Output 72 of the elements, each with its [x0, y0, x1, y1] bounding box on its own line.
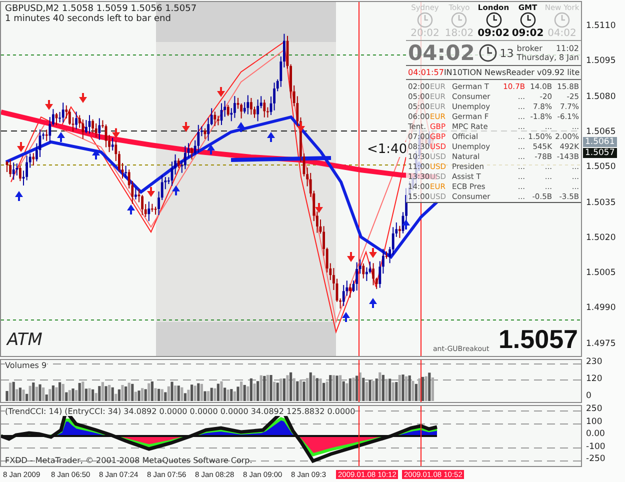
city-time: 04:02	[548, 28, 576, 39]
clock-icon	[486, 12, 502, 28]
up-arrow-icon	[57, 132, 65, 142]
down-arrow-icon	[17, 142, 25, 152]
down-arrow-icon	[297, 122, 305, 132]
volume-axis-label: 0	[586, 391, 592, 401]
symbol-quote: GBPUSD,M2 1.5058 1.5059 1.5056 1.5057	[5, 4, 197, 14]
atm-label: ATM	[7, 330, 42, 350]
vertical-line	[358, 406, 360, 466]
volume-axis-label: 120	[586, 374, 602, 384]
price-label: 1.5110	[586, 21, 616, 31]
down-arrow-icon	[369, 248, 377, 258]
current-price: 1.5057	[498, 324, 578, 355]
price-label: 1.5065	[586, 126, 616, 137]
clock-icon	[478, 43, 497, 63]
city-time: 20:02	[410, 28, 440, 39]
price-label: 1.5080	[586, 92, 616, 102]
vertical-line	[420, 360, 422, 402]
seconds-count: 13	[500, 46, 514, 60]
down-arrow-icon	[45, 100, 53, 110]
cci-axis-label: -250	[586, 454, 606, 464]
cci-axis-label: 0.00	[586, 429, 605, 439]
price-label: 1.4990	[586, 303, 616, 314]
vertical-line	[358, 360, 360, 402]
date-label: Thursday, 8 Jan	[516, 53, 579, 62]
price-label: 1.5050	[586, 162, 616, 172]
volume-label: Volumes 9	[5, 361, 47, 370]
up-arrow-icon	[267, 132, 275, 142]
bar-countdown: <1:40	[367, 142, 408, 157]
up-arrow-icon	[402, 220, 410, 230]
copyright-text: FXDD - MetaTrader, © 2001-2008 MetaQuotes Software Corp.	[5, 456, 252, 465]
clock-icon	[451, 12, 468, 28]
city-time: 09:02	[512, 28, 544, 39]
cci-axis-label: 100	[586, 416, 602, 426]
price-label: 1.5095	[586, 56, 616, 66]
local-time: 04:02	[408, 41, 475, 65]
up-arrow-icon	[369, 298, 377, 308]
broker-label: broker	[516, 44, 542, 53]
cci-axis-label: -100	[586, 442, 606, 452]
down-arrow-icon	[112, 128, 120, 138]
news-clock: 04:01:57	[408, 68, 444, 77]
down-arrow-icon	[79, 93, 87, 103]
cci-axis-label: 250	[586, 404, 602, 414]
price-tag: 1.5057	[583, 148, 617, 158]
up-arrow-icon	[237, 122, 245, 132]
up-arrow-icon	[15, 191, 23, 201]
volume-axis-label: 230	[586, 357, 602, 367]
down-arrow-icon	[347, 252, 355, 262]
price-tag: 1.5061	[583, 137, 617, 147]
up-arrow-icon	[92, 150, 100, 160]
down-arrow-icon	[217, 87, 225, 97]
down-arrow-icon	[147, 187, 155, 197]
indicator-label: (TrendCCI: 14) (EntryCCI: 34) 34.0892 0.0000 0.0000 0.0000 34.0892 125.8832 0.0000	[5, 407, 356, 416]
down-arrow-icon	[182, 122, 190, 132]
up-arrow-icon	[127, 204, 135, 214]
up-arrow-icon	[207, 144, 215, 154]
city-time: 09:02	[478, 28, 510, 39]
news-title: IN10TION NewsReader v09.92 lite	[444, 68, 580, 77]
up-arrow-icon	[172, 185, 180, 196]
price-label: 1.5005	[586, 268, 616, 278]
up-arrow-icon	[342, 312, 350, 322]
bar-timer: 1 minutes 40 seconds left to bar end	[5, 14, 172, 24]
city-time: 18:02	[444, 28, 474, 39]
vertical-line	[420, 406, 422, 466]
clock-icon	[554, 12, 570, 28]
price-label: 1.4975	[586, 338, 616, 349]
clock-icon	[520, 12, 536, 28]
price-label: 1.5020	[586, 232, 616, 243]
clock-icon	[417, 12, 433, 28]
down-arrow-icon	[315, 203, 323, 213]
broker-time: 11:02	[556, 44, 579, 53]
price-label: 1.5035	[586, 198, 616, 208]
